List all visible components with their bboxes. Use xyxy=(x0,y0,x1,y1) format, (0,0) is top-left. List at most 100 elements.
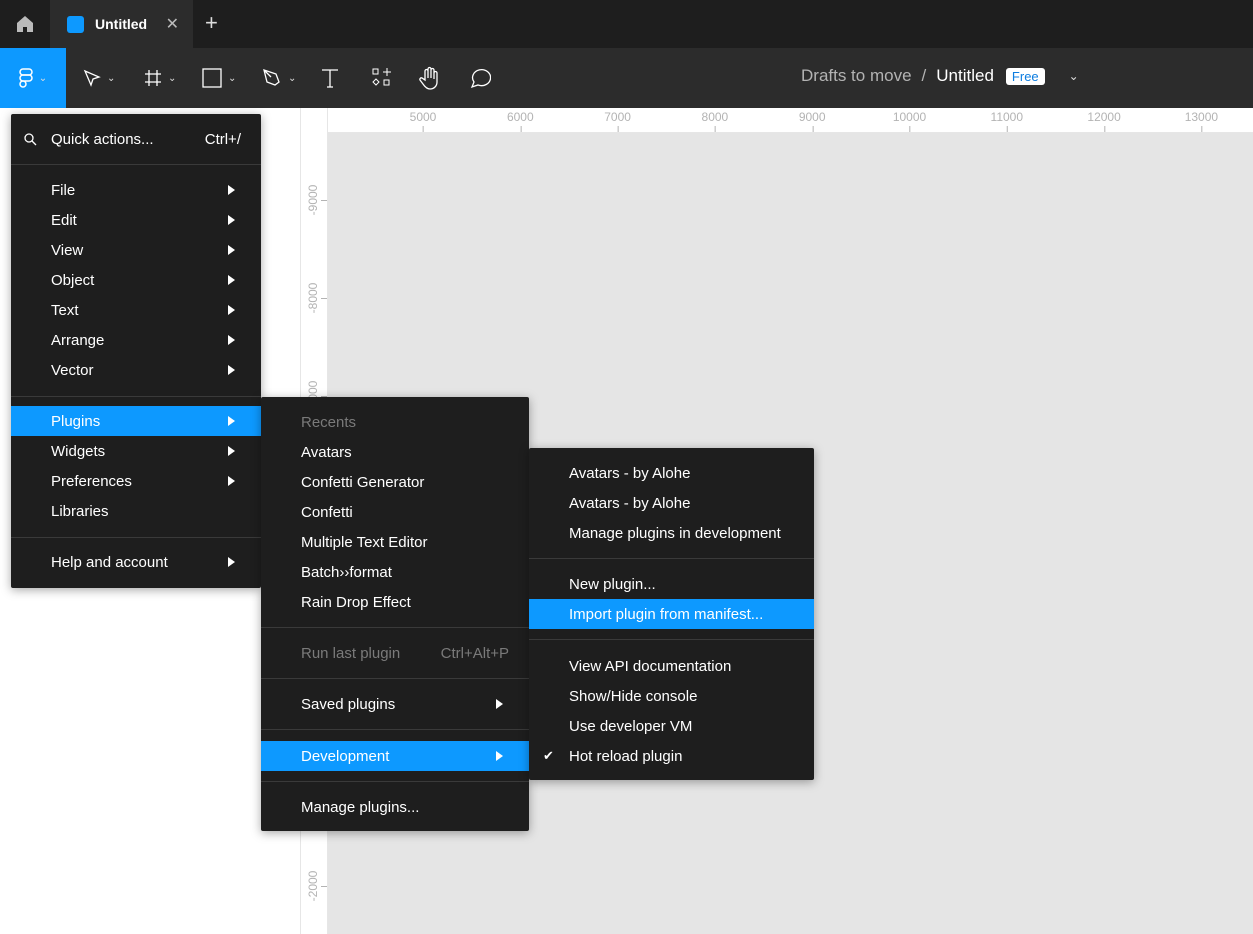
recent-plugin-item[interactable]: Rain Drop Effect xyxy=(261,587,529,617)
submenu-arrow-icon xyxy=(228,335,235,345)
comment-icon xyxy=(470,69,491,89)
shape-tool[interactable]: ⌄ xyxy=(202,48,236,108)
divider xyxy=(261,729,529,730)
pen-tool[interactable]: ⌄ xyxy=(262,48,296,108)
main-menu: Quick actions... Ctrl+/ File Edit View Obje… xyxy=(11,114,261,588)
menu-item-label: Libraries xyxy=(51,502,109,520)
submenu-arrow-icon xyxy=(228,215,235,225)
submenu-arrow-icon xyxy=(228,557,235,567)
ruler-tick-label: 13000 xyxy=(1184,110,1219,132)
dev-menu-item[interactable]: Avatars - by Alohe xyxy=(529,458,814,488)
new-tab-button[interactable]: + xyxy=(205,10,218,36)
menu-item-label: Avatars - by Alohe xyxy=(569,494,691,512)
submenu-arrow-icon xyxy=(228,305,235,315)
recents-header: Recents xyxy=(301,413,357,431)
quick-actions-label: Quick actions... xyxy=(51,130,154,148)
manage-plugins-item[interactable]: Manage plugins... xyxy=(261,792,529,822)
recent-plugin-item[interactable]: Avatars xyxy=(261,437,529,467)
text-icon xyxy=(322,69,338,88)
menu-item-file[interactable]: File xyxy=(11,175,261,205)
menu-item-edit[interactable]: Edit xyxy=(11,205,261,235)
chevron-down-icon: ⌄ xyxy=(107,72,116,84)
development-item[interactable]: Development xyxy=(261,741,529,771)
menu-item-arrange[interactable]: Arrange xyxy=(11,325,261,355)
menu-item-preferences[interactable]: Preferences xyxy=(11,466,261,496)
horizontal-ruler: 5000 6000 7000 8000 9000 10000 11000 12000 13000 xyxy=(301,108,1253,133)
recent-plugin-item[interactable]: Batch››format xyxy=(261,557,529,587)
ruler-tick-label: 6000 xyxy=(506,110,534,132)
recent-plugin-item[interactable]: Confetti Generator xyxy=(261,467,529,497)
divider xyxy=(529,639,814,640)
ruler-tick-text: -9000 xyxy=(306,184,320,216)
plan-badge: Free xyxy=(1005,67,1045,85)
menu-item-label: View xyxy=(51,241,84,259)
hand-tool[interactable] xyxy=(419,48,441,108)
main-menu-button[interactable]: ⌄ xyxy=(0,48,66,108)
menu-item-label: Multiple Text Editor xyxy=(301,533,428,551)
menu-item-object[interactable]: Object xyxy=(11,265,261,295)
dev-menu-item[interactable]: Import plugin from manifest... xyxy=(529,599,814,629)
chevron-down-icon[interactable]: ⌄ xyxy=(1069,69,1079,83)
comment-tool[interactable] xyxy=(469,48,491,108)
resources-icon xyxy=(372,68,391,86)
resources-tool[interactable] xyxy=(372,48,392,108)
dev-menu-item[interactable]: Use developer VM xyxy=(529,711,814,741)
dev-menu-item[interactable]: New plugin... xyxy=(529,569,814,599)
checkmark-icon: ✔ xyxy=(543,748,554,763)
chevron-down-icon: ⌄ xyxy=(168,72,177,84)
submenu-arrow-icon xyxy=(228,416,235,426)
move-tool[interactable]: ⌄ xyxy=(83,48,115,108)
quick-actions-item[interactable]: Quick actions... Ctrl+/ xyxy=(11,124,261,154)
menu-item-label: Use developer VM xyxy=(569,717,693,735)
menu-item-label: Plugins xyxy=(51,412,101,430)
home-button[interactable] xyxy=(0,0,50,48)
dev-menu-item[interactable]: View API documentation xyxy=(529,651,814,681)
submenu-arrow-icon xyxy=(228,245,235,255)
chevron-down-icon: ⌄ xyxy=(228,72,237,84)
saved-plugins-item[interactable]: Saved plugins xyxy=(261,689,529,719)
menu-item-widgets[interactable]: Widgets xyxy=(11,436,261,466)
menu-item-vector[interactable]: Vector xyxy=(11,355,261,385)
plugins-submenu: Recents Run last plugin Ctrl+Alt+P Saved … xyxy=(261,397,529,831)
file-name[interactable]: Untitled xyxy=(936,66,994,86)
menu-item-help-and-account[interactable]: Help and account xyxy=(11,547,261,577)
recent-plugin-item[interactable]: Confetti xyxy=(261,497,529,527)
development-submenu: Avatars - by Alohe Avatars - by Alohe Mana… xyxy=(529,448,814,780)
breadcrumb-separator: / xyxy=(921,66,927,85)
file-tab[interactable]: Untitled ✕ xyxy=(50,0,193,48)
menu-item-text[interactable]: Text xyxy=(11,295,261,325)
frame-tool[interactable]: ⌄ xyxy=(144,48,176,108)
menu-item-plugins[interactable]: Plugins xyxy=(11,406,261,436)
search-icon xyxy=(24,132,37,145)
tab-title: Untitled xyxy=(95,16,148,32)
dev-menu-item[interactable]: Show/Hide console xyxy=(529,681,814,711)
dev-menu-item[interactable]: ✔ Hot reload plugin xyxy=(529,741,814,771)
recent-plugin-item[interactable]: Multiple Text Editor xyxy=(261,527,529,557)
dev-menu-item[interactable]: Avatars - by Alohe xyxy=(529,488,814,518)
menu-item-label: Confetti xyxy=(301,503,353,521)
menu-item-label: Preferences xyxy=(51,472,132,490)
run-last-plugin-item: Run last plugin Ctrl+Alt+P xyxy=(301,644,509,662)
menu-item-label: Show/Hide console xyxy=(569,687,698,705)
text-tool[interactable] xyxy=(321,48,339,108)
ruler-tick-label: 7000 xyxy=(604,110,631,132)
menu-item-label: Edit xyxy=(51,211,77,229)
divider xyxy=(261,627,529,628)
submenu-arrow-icon xyxy=(496,751,503,761)
ruler-tick-text: -2000 xyxy=(306,870,320,902)
dev-menu-item[interactable]: Manage plugins in development xyxy=(529,518,814,548)
project-name[interactable]: Drafts to move xyxy=(801,66,912,86)
menu-item-view[interactable]: View xyxy=(11,235,261,265)
menu-item-label: Batch››format xyxy=(301,563,392,581)
menu-item-libraries[interactable]: Libraries xyxy=(11,496,261,526)
menu-item-label: File xyxy=(51,181,76,199)
close-tab-button[interactable]: ✕ xyxy=(166,14,179,34)
breadcrumb: Drafts to move / Untitled Free ⌄ xyxy=(801,66,1079,86)
menu-item-label: Arrange xyxy=(51,331,105,349)
divider xyxy=(261,781,529,782)
hand-icon xyxy=(419,66,438,90)
divider xyxy=(261,678,529,679)
menu-item-label: Hot reload plugin xyxy=(569,747,683,765)
menu-item-label: Rain Drop Effect xyxy=(301,593,411,611)
ruler-tick-label: 12000 xyxy=(1087,110,1121,132)
